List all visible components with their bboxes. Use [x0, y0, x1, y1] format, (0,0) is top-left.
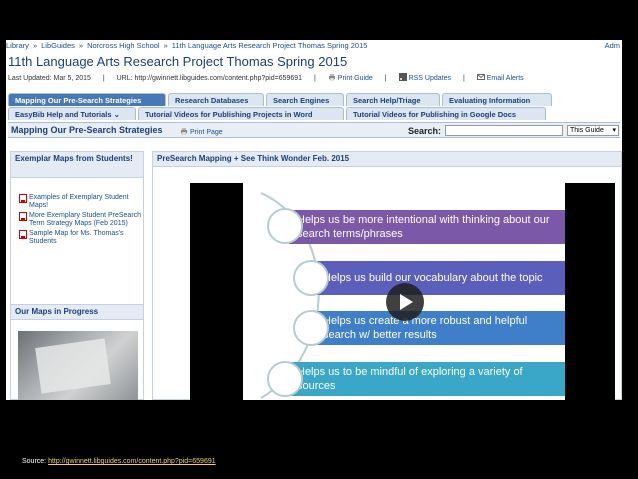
- pdf-icon: [19, 212, 27, 221]
- source-caption: Source: http://gwinnett.libguides.com/co…: [22, 458, 216, 465]
- exemplar-maps-title: Exemplar Maps from Students!: [11, 152, 143, 178]
- play-button-icon[interactable]: [386, 283, 424, 321]
- maps-in-progress-image[interactable]: [18, 331, 138, 400]
- slide-bullet-circle: [293, 260, 329, 296]
- link-more-exemplary-student-maps[interactable]: More Exemplary Student PreSearch Term St…: [19, 212, 143, 228]
- chevron-down-icon: ▾: [612, 127, 616, 134]
- search-scope-select[interactable]: This Guide ▾: [567, 125, 619, 136]
- tab-search-engines[interactable]: Search Engines: [266, 93, 344, 106]
- rss-link[interactable]: RSS Updates: [398, 73, 453, 82]
- tab-tutorial-videos-google-docs[interactable]: Tutorial Videos for Publishing in Google…: [346, 107, 546, 120]
- tab-search-help-triage[interactable]: Search Help/Triage: [346, 93, 440, 106]
- video-player[interactable]: Helps us be more intentional with thinki…: [190, 183, 615, 400]
- slide-item-3: Helps us create a more robust and helpfu…: [315, 311, 565, 345]
- chevron-down-icon: ⌄: [113, 110, 120, 119]
- exemplar-links: Examples of Exemplary Student Maps! More…: [19, 194, 143, 248]
- print-guide-link[interactable]: Print Guide: [328, 74, 375, 82]
- rss-label: RSS Updates: [408, 75, 451, 82]
- search-input[interactable]: [445, 125, 563, 136]
- link-label: More Exemplary Student PreSearch Term St…: [29, 212, 142, 227]
- admin-link[interactable]: Adm: [605, 40, 620, 52]
- breadcrumb-guide[interactable]: 11th Language Arts Research Project Thom…: [172, 40, 368, 52]
- slide-bullet-circle: [293, 310, 329, 346]
- presearch-mapping-title: PreSearch Mapping + See Think Wonder Feb…: [153, 152, 621, 167]
- breadcrumb-libguides[interactable]: LibGuides: [41, 40, 75, 52]
- email-alerts-label: Email Alerts: [486, 75, 524, 82]
- slide-item-2: Helps us build our vocabulary about the …: [315, 261, 565, 295]
- search-label: Search:: [408, 126, 442, 136]
- rss-icon: [398, 73, 407, 81]
- breadcrumb-separator: »: [32, 41, 38, 50]
- printer-icon: [181, 128, 187, 135]
- breadcrumb-separator: »: [78, 41, 84, 50]
- tabs-row-2: EasyBib Help and Tutorials ⌄ Tutorial Vi…: [8, 107, 546, 120]
- last-updated: Last Updated: Mar 5, 2015: [8, 75, 91, 82]
- print-guide-label: Print Guide: [337, 75, 373, 82]
- slide-bullet-circle: [267, 361, 303, 397]
- search-scope-value: This Guide: [570, 127, 604, 134]
- link-label: Sample Map for Ms. Thomas's Students: [29, 230, 124, 245]
- source-label: Source:: [22, 458, 47, 465]
- breadcrumb-library[interactable]: Library: [6, 40, 29, 52]
- exemplar-maps-box: Exemplar Maps from Students! Examples of…: [10, 151, 144, 307]
- tab-mapping-our-pre-search-strategies[interactable]: Mapping Our Pre-Search Strategies: [8, 93, 166, 106]
- envelope-icon: [476, 74, 485, 80]
- page-heading: Mapping Our Pre-Search Strategies: [11, 125, 163, 135]
- maps-in-progress-title: Our Maps in Progress: [11, 305, 143, 320]
- link-examples-exemplary-student-maps[interactable]: Examples of Exemplary Student Maps!: [19, 194, 143, 210]
- breadcrumb-separator: »: [163, 41, 168, 50]
- slide-item-1: Helps us be more intentional with thinki…: [289, 210, 565, 244]
- email-alerts-link[interactable]: Email Alerts: [476, 74, 524, 82]
- tab-easybib-label: EasyBib Help and Tutorials: [15, 110, 112, 119]
- tab-easybib-help[interactable]: EasyBib Help and Tutorials ⌄: [8, 107, 136, 120]
- tabs-row-1: Mapping Our Pre-Search Strategies Resear…: [8, 93, 552, 106]
- breadcrumb: Library» LibGuides» Norcross High School» 1…: [6, 40, 622, 52]
- guide-url: URL: http://gwinnett.libguides.com/conte…: [116, 75, 303, 82]
- link-label: Examples of Exemplary Student Maps!: [29, 194, 129, 209]
- guide-meta: Last Updated: Mar 5, 2015 | URL: http://…: [8, 73, 524, 82]
- link-sample-map[interactable]: Sample Map for Ms. Thomas's Students: [19, 230, 143, 246]
- printer-icon: [328, 74, 335, 81]
- tab-evaluating-information[interactable]: Evaluating Information: [442, 93, 552, 106]
- breadcrumb-school[interactable]: Norcross High School: [87, 40, 160, 52]
- slide-bullet-circle: [267, 208, 303, 244]
- browser-screenshot: Library» LibGuides» Norcross High School» 1…: [6, 40, 622, 400]
- slide-item-4: Helps us to be mindful of exploring a va…: [289, 362, 565, 396]
- pdf-icon: [19, 230, 27, 239]
- page-title: 11th Language Arts Research Project Thom…: [8, 54, 348, 69]
- source-link[interactable]: http://gwinnett.libguides.com/content.ph…: [48, 458, 216, 465]
- tab-tutorial-videos-word[interactable]: Tutorial Videos for Publishing Projects …: [138, 107, 344, 120]
- pdf-icon: [19, 194, 27, 203]
- print-page-link[interactable]: Print Page: [180, 127, 223, 136]
- print-page-label: Print Page: [190, 129, 223, 136]
- page-toolbar: Mapping Our Pre-Search Strategies Print …: [8, 122, 620, 138]
- tab-research-databases[interactable]: Research Databases: [168, 93, 264, 106]
- maps-in-progress-box: Our Maps in Progress: [10, 304, 144, 400]
